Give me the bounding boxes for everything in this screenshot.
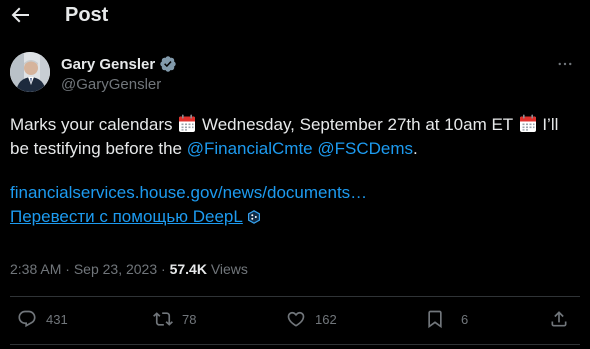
tweet-time[interactable]: 2:38 AM — [10, 261, 61, 277]
tweet-date[interactable]: Sep 23, 2023 — [74, 261, 157, 277]
avatar[interactable] — [10, 52, 50, 92]
translate-link[interactable]: Перевести с помощью DeepL — [10, 207, 261, 227]
calendar-icon — [178, 114, 196, 133]
views-label: Views — [206, 261, 248, 277]
author-name-row[interactable]: Gary Gensler — [61, 55, 177, 73]
tweet-text-part: . — [413, 138, 418, 158]
mention-link[interactable]: @FinancialCmte — [187, 139, 313, 158]
reply-button[interactable]: 431 — [17, 309, 68, 329]
like-count: 162 — [315, 311, 337, 327]
translate-label[interactable]: Перевести с помощью DeepL — [10, 207, 243, 227]
verified-badge-icon[interactable] — [159, 55, 177, 73]
repost-button[interactable]: 78 — [153, 309, 196, 329]
heart-icon — [286, 309, 306, 329]
deepl-icon — [247, 210, 261, 224]
author-display-name[interactable]: Gary Gensler — [61, 56, 155, 73]
share-button[interactable] — [549, 309, 569, 329]
tweet-text-part: Marks your calendars — [10, 115, 173, 134]
bookmark-count: 6 — [461, 311, 469, 327]
divider — [10, 344, 580, 345]
like-button[interactable]: 162 — [286, 309, 337, 329]
back-button[interactable] — [8, 3, 32, 27]
share-icon — [549, 309, 569, 329]
top-header: Post — [0, 0, 590, 34]
reply-icon — [17, 309, 37, 329]
reply-count: 431 — [46, 311, 68, 327]
divider — [10, 296, 580, 297]
tweet-text: Marks your calendars Wednesday, Septembe… — [10, 113, 580, 160]
meta-separator: · — [157, 261, 170, 277]
views-count: 57.4K — [169, 261, 207, 277]
arrow-left-icon — [8, 7, 32, 31]
page-title: Post — [65, 4, 109, 26]
calendar-icon — [519, 114, 537, 133]
repost-icon — [153, 309, 173, 329]
mention-link[interactable]: @FSCDems — [317, 139, 413, 158]
repost-count: 78 — [182, 311, 197, 327]
more-options-button[interactable] — [555, 56, 575, 76]
tweet-text-part: Wednesday, September 27th at 10am ET — [197, 115, 518, 134]
more-dots-icon — [556, 55, 574, 78]
bookmark-icon — [425, 309, 445, 329]
bookmark-button[interactable]: 6 — [425, 309, 468, 329]
author-handle[interactable]: @GaryGensler — [61, 76, 161, 93]
meta-separator: · — [61, 261, 74, 277]
tweet-meta: 2:38 AM · Sep 23, 2023 · 57.4K Views — [10, 261, 248, 277]
tweet-url-link[interactable]: financialservices.house.gov/news/documen… — [10, 183, 367, 203]
